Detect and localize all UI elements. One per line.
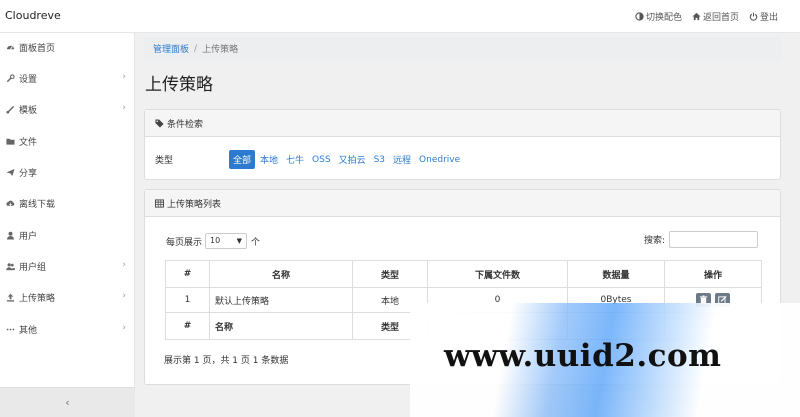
sidebar-item-label: 用户 xyxy=(19,231,38,242)
filter-panel-title: 条件检索 xyxy=(167,119,204,130)
column-header-actions: 操作 xyxy=(664,260,762,288)
per-page-select[interactable]: 10 ▼ xyxy=(205,233,248,249)
filter-chip-onedrive[interactable]: Onedrive xyxy=(416,152,463,168)
top-actions: 切换配色 返回首页 登出 xyxy=(635,10,778,23)
type-filter-row: 类型 全部 本地 七牛 OSS 又拍云 S3 远程 Onedrive xyxy=(155,150,465,169)
sidebar-item-upload-policy[interactable]: 上传策略 › xyxy=(0,286,135,308)
sidebar-item-label: 模板 xyxy=(19,105,38,116)
users-icon xyxy=(6,262,15,271)
top-navbar: Cloudreve 切换配色 返回首页 登出 xyxy=(0,0,800,33)
back-home-label: 返回首页 xyxy=(702,13,739,23)
sidebar-item-label: 设置 xyxy=(19,74,38,85)
upload-icon xyxy=(6,293,15,302)
column-header-data-size[interactable]: 数据量 xyxy=(567,260,665,288)
pagination-info: 展示第 1 页，共 1 页 1 条数据 xyxy=(164,356,289,366)
type-filter-label: 类型 xyxy=(155,156,174,166)
filter-chip-upyun[interactable]: 又拍云 xyxy=(336,150,369,169)
filter-chip-oss[interactable]: OSS xyxy=(309,152,334,168)
sidebar-item-templates[interactable]: 模板 › xyxy=(0,98,135,120)
sidebar-item-dashboard[interactable]: 面板首页 xyxy=(0,36,135,58)
sidebar-item-label: 离线下载 xyxy=(19,199,56,210)
search-control: 搜索: xyxy=(644,231,758,248)
toggle-theme-label: 切换配色 xyxy=(645,13,682,23)
sidebar-item-other[interactable]: 其他 › xyxy=(0,318,135,340)
sidebar-item-user-groups[interactable]: 用户组 › xyxy=(0,255,135,277)
brush-icon xyxy=(6,105,15,114)
sidebar-item-label: 文件 xyxy=(19,137,38,148)
filter-chip-local[interactable]: 本地 xyxy=(257,150,281,169)
dashboard-icon xyxy=(6,43,15,52)
search-input[interactable] xyxy=(669,231,758,248)
contrast-icon xyxy=(635,12,644,21)
sidebar-item-label: 用户组 xyxy=(19,262,47,273)
chevron-right-icon: › xyxy=(122,103,126,113)
cell-name: 默认上传策略 xyxy=(209,287,353,313)
search-label: 搜索: xyxy=(643,236,665,246)
filter-chip-remote[interactable]: 远程 xyxy=(390,150,414,169)
breadcrumb-parent-link[interactable]: 管理面板 xyxy=(153,42,189,55)
column-header-id[interactable]: # xyxy=(165,260,210,288)
watermark-text: www.uuid2.com xyxy=(444,338,722,374)
per-page-suffix: 个 xyxy=(251,237,261,248)
back-home-link[interactable]: 返回首页 xyxy=(692,10,739,23)
user-icon xyxy=(6,231,15,240)
filter-chip-qiniu[interactable]: 七牛 xyxy=(283,150,307,169)
caret-down-icon: ▼ xyxy=(236,237,243,245)
logout-link[interactable]: 登出 xyxy=(749,10,778,23)
sidebar-item-label: 分享 xyxy=(19,168,38,179)
filter-panel-header: 条件检索 xyxy=(145,110,780,137)
per-page-control: 每页展示 10 ▼ 个 xyxy=(166,233,260,249)
breadcrumb-current: 上传策略 xyxy=(202,45,239,55)
sidebar-collapse-button[interactable]: ‹ xyxy=(0,387,135,417)
column-header-file-count[interactable]: 下属文件数 xyxy=(427,260,568,288)
sidebar-item-offline-download[interactable]: 离线下载 xyxy=(0,192,135,214)
sidebar-item-users[interactable]: 用户 xyxy=(0,224,135,246)
cell-id: 1 xyxy=(165,287,210,313)
table-header-row: # 名称 类型 下属文件数 数据量 操作 xyxy=(165,260,762,288)
tags-icon xyxy=(155,118,164,128)
chevron-right-icon: › xyxy=(122,291,126,301)
chevron-right-icon: › xyxy=(122,323,126,333)
filter-chip-all[interactable]: 全部 xyxy=(229,150,256,169)
cloud-download-icon xyxy=(6,199,15,208)
policy-list-header: 上传策略列表 xyxy=(145,190,780,217)
chevron-right-icon: › xyxy=(122,260,126,270)
page-title: 上传策略 xyxy=(145,75,213,95)
column-header-name[interactable]: 名称 xyxy=(209,260,353,288)
sidebar-item-label: 面板首页 xyxy=(19,43,56,54)
filter-panel: 条件检索 类型 全部 本地 七牛 OSS 又拍云 S3 远程 Onedrive xyxy=(144,109,781,180)
home-icon xyxy=(692,12,701,21)
sidebar: 面板首页 设置 › 模板 › 文件 分享 离线下载 用户 用户组 › 上传策略 … xyxy=(0,33,135,417)
breadcrumb: 管理面板 / 上传策略 xyxy=(144,36,781,61)
toggle-theme-link[interactable]: 切换配色 xyxy=(635,10,682,23)
chevron-right-icon: › xyxy=(122,72,126,82)
power-icon xyxy=(749,12,758,21)
sidebar-item-label: 上传策略 xyxy=(19,293,56,304)
brand-logo[interactable]: Cloudreve xyxy=(5,9,61,22)
table-icon xyxy=(155,198,164,208)
sidebar-item-settings[interactable]: 设置 › xyxy=(0,67,135,89)
chevron-left-icon: ‹ xyxy=(65,396,70,409)
send-icon xyxy=(6,168,15,177)
wrench-icon xyxy=(6,73,15,83)
folder-icon xyxy=(6,137,15,146)
sidebar-item-files[interactable]: 文件 xyxy=(0,130,135,152)
per-page-value: 10 xyxy=(210,236,221,245)
breadcrumb-separator: / xyxy=(194,43,198,54)
column-header-type[interactable]: 类型 xyxy=(352,260,428,288)
filter-chip-s3[interactable]: S3 xyxy=(371,152,388,168)
footer-header-name: 名称 xyxy=(209,312,353,340)
footer-header-id: # xyxy=(165,312,210,340)
sidebar-item-label: 其他 xyxy=(19,325,38,336)
per-page-prefix: 每页展示 xyxy=(166,237,203,248)
sidebar-item-share[interactable]: 分享 xyxy=(0,161,135,183)
policy-list-title: 上传策略列表 xyxy=(167,199,222,210)
logout-label: 登出 xyxy=(759,13,778,23)
ellipsis-icon xyxy=(6,325,15,334)
